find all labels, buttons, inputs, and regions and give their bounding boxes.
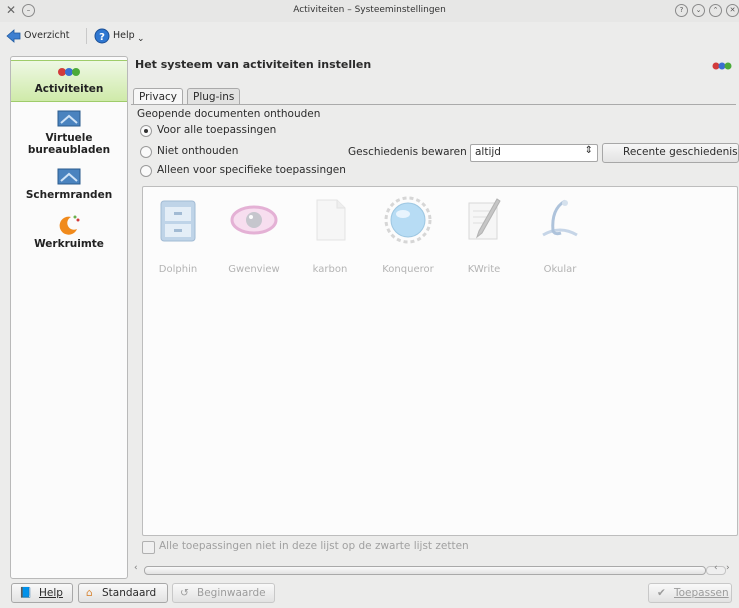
default-button[interactable]: ⌂ Standaard [78, 583, 168, 603]
reset-button[interactable]: ↺ Beginwaarde [172, 583, 275, 603]
workspace-icon [59, 215, 80, 235]
radio-all-apps[interactable]: Voor alle toepassingen [140, 124, 300, 138]
clear-history-button[interactable]: Recente geschiedenis wi [602, 143, 739, 163]
tab-privacy[interactable]: Privacy [133, 88, 184, 105]
list-item-gwenview[interactable]: Gwenview [219, 195, 289, 275]
scroll-right-icon[interactable]: › [726, 563, 730, 573]
screen-edges-icon [57, 168, 81, 185]
sidebar-item-label: Virtuele bureaubladen [27, 132, 111, 156]
horizontal-scrollbar[interactable]: ‹ ‹ › [134, 563, 736, 575]
radio-label: Voor alle toepassingen [157, 124, 277, 136]
karbon-icon [316, 199, 346, 241]
sidebar-item-label: Schermranden [25, 189, 113, 201]
help-window-icon[interactable]: ? [675, 4, 688, 17]
minimize-icon[interactable]: ⌄ [692, 4, 705, 17]
close-icon[interactable]: ✕ [726, 4, 739, 17]
help-button-label: Help [39, 587, 63, 599]
radio-specific-apps[interactable]: Alleen voor specifieke toepassingen [140, 164, 370, 178]
konqueror-icon [384, 196, 432, 244]
overview-label: Overzicht [24, 30, 70, 41]
list-item-okular[interactable]: Okular [525, 195, 595, 275]
tab-plugins[interactable]: Plug-ins [187, 88, 241, 105]
spin-arrows-icon: ⇕ [584, 145, 593, 156]
radio-button[interactable] [140, 125, 152, 137]
radio-label: Alleen voor specifieke toepassingen [157, 164, 346, 176]
sidebar-item-screen-edges[interactable]: Schermranden [11, 167, 127, 207]
help-label: Help [113, 30, 135, 41]
page-title: Het systeem van activiteiten instellen [135, 58, 372, 71]
app-name: KWrite [467, 264, 501, 275]
sidebar-item-label: Werkruimte [34, 238, 104, 250]
radio-label: Niet onthouden [157, 145, 239, 157]
help-book-icon: 📘 [19, 587, 33, 599]
tab-divider [131, 104, 736, 105]
default-button-label: Standaard [102, 587, 157, 599]
svg-text:?: ? [99, 32, 105, 43]
app-name: Dolphin [158, 264, 198, 275]
apply-button-label: Toepassen [674, 587, 729, 599]
app-name: Okular [543, 264, 577, 275]
radio-button[interactable] [140, 165, 152, 177]
sidebar-item-workspace[interactable]: Werkruimte [11, 213, 127, 253]
title-bar: ✕ – Activiteiten – Systeeminstellingen ?… [0, 0, 739, 22]
back-arrow-icon [6, 29, 21, 43]
window-title: Activiteiten – Systeeminstellingen [293, 5, 446, 15]
help-menu-button[interactable]: ? Help ⌄ [94, 27, 146, 45]
chevron-down-icon: ⌄ [137, 34, 145, 44]
list-item-kwrite[interactable]: KWrite [449, 195, 519, 275]
reset-icon: ↺ [180, 587, 189, 599]
scroll-left-icon[interactable]: ‹ [134, 563, 138, 573]
clear-history-label: Recente geschiedenis wi [623, 146, 738, 158]
app-name: Konqueror [382, 264, 434, 275]
help-icon: ? [94, 28, 110, 44]
virtual-desktops-icon [57, 110, 81, 127]
maximize-icon[interactable]: ⌃ [709, 4, 722, 17]
blacklist-label: Alle toepassingen niet in deze lijst op … [159, 540, 469, 552]
okular-icon [542, 199, 578, 237]
scroll-left-icon[interactable]: ‹ [714, 563, 718, 573]
history-select[interactable]: altijd ⇕ [470, 144, 598, 162]
history-label: Geschiedenis bewaren [348, 146, 467, 158]
kwrite-icon [468, 198, 501, 240]
toolbar-separator [86, 28, 87, 44]
history-select-value: altijd [475, 146, 501, 158]
app-name: Gwenview [228, 264, 280, 275]
radio-button[interactable] [140, 146, 152, 158]
help-button[interactable]: 📘 Help [11, 583, 73, 603]
list-item-dolphin[interactable]: Dolphin [143, 195, 213, 275]
activities-icon [58, 68, 80, 76]
apply-button[interactable]: ✔ Toepassen [648, 583, 732, 603]
reset-button-label: Beginwaarde [197, 587, 266, 599]
category-sidebar: Activiteiten Virtuele bureaubladen Scher… [10, 56, 128, 579]
sidebar-item-activities[interactable]: Activiteiten [11, 60, 127, 102]
sidebar-item-label: Activiteiten [34, 83, 104, 95]
apply-check-icon: ✔ [657, 587, 666, 599]
dolphin-icon [160, 200, 196, 242]
applications-list: Dolphin Gwenview karbon Konqueror KWrite… [142, 186, 738, 536]
list-item-konqueror[interactable]: Konqueror [373, 195, 443, 275]
scrollbar-thumb[interactable] [144, 566, 706, 575]
blacklist-checkbox-row[interactable]: Alle toepassingen niet in deze lijst op … [142, 540, 482, 554]
toolbar: Overzicht ? Help ⌄ [0, 22, 739, 50]
list-item-karbon[interactable]: karbon [295, 195, 365, 275]
activities-small-icon [712, 62, 732, 70]
app-name: karbon [312, 264, 348, 275]
overview-button[interactable]: Overzicht [6, 27, 86, 45]
radio-do-not-remember[interactable]: Niet onthouden [140, 145, 300, 159]
sidebar-item-virtual-desktops[interactable]: Virtuele bureaubladen [11, 109, 127, 159]
blacklist-checkbox[interactable] [142, 541, 155, 554]
open-documents-label: Geopende documenten onthouden [137, 108, 321, 120]
gwenview-icon [230, 205, 278, 235]
default-icon: ⌂ [86, 587, 93, 599]
